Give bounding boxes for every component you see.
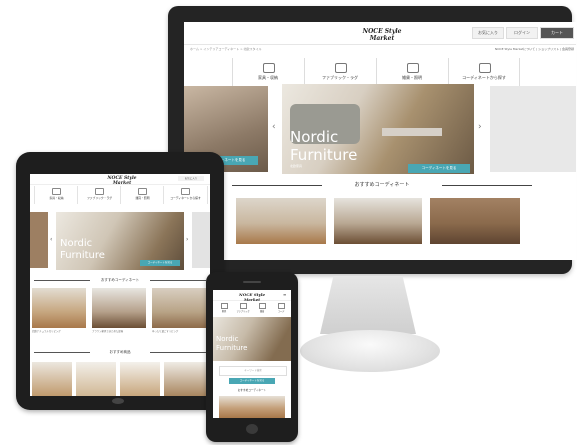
rug-icon bbox=[95, 188, 104, 195]
product-thumbnail[interactable] bbox=[32, 362, 72, 396]
monitor-stand-base bbox=[300, 330, 440, 372]
sofa-icon bbox=[263, 63, 275, 73]
nav-item-label: 雑貨・照明 bbox=[402, 75, 422, 80]
tablet-home-button[interactable] bbox=[112, 398, 124, 404]
hero-slide-main[interactable]: Nordic Furniture bbox=[213, 317, 291, 361]
coordinate-thumbnail[interactable] bbox=[152, 288, 208, 328]
hero-title-line1: Nordic bbox=[60, 238, 93, 249]
nav-item-fabric[interactable]: ファブリック bbox=[234, 302, 252, 314]
nav-item-furniture[interactable]: 家具・収納 bbox=[34, 186, 78, 204]
section-title-recommended: おすすめコーディネート bbox=[232, 180, 532, 190]
hero-slide-main[interactable]: Nordic Furniture 北欧家具 コーディネートを見る bbox=[282, 84, 474, 174]
coordinate-thumbnail[interactable] bbox=[32, 288, 86, 328]
site-logo[interactable]: NOCE Style Market bbox=[231, 292, 273, 302]
nav-item-label: ファブリック bbox=[236, 310, 250, 313]
phone-speaker bbox=[243, 281, 261, 283]
nav-item-coordinate[interactable]: コーデ bbox=[272, 302, 290, 314]
site-logo[interactable]: NOCE Style Market bbox=[100, 176, 144, 186]
breadcrumb[interactable]: ホーム > インテリアコーディネート > 北欧スタイル bbox=[190, 46, 360, 52]
hero-image-table bbox=[382, 128, 442, 136]
nav-item-label: 雑貨・照明 bbox=[135, 196, 150, 200]
hero-title-line2: Furniture bbox=[216, 344, 248, 352]
nav-item-furniture[interactable]: 家具 bbox=[215, 302, 233, 314]
carousel-prev-arrow[interactable]: ‹ bbox=[272, 122, 276, 132]
desktop-screen: NOCE Style Market お気に入り ログイン カート ホーム > イ… bbox=[184, 22, 576, 260]
hero-slide-main[interactable]: Nordic Furniture コーディネートを見る bbox=[56, 212, 184, 270]
nav-item-fabric[interactable]: ファブリック・ラグ bbox=[77, 186, 121, 204]
section-title-recommended: おすすめコーディネート bbox=[237, 389, 267, 392]
nav-item-label: ファブリック・ラグ bbox=[322, 75, 358, 80]
search-input[interactable]: キーワード検索 bbox=[219, 366, 287, 376]
nav-item-label: 家具・収納 bbox=[49, 196, 64, 200]
coordinate-thumbnail[interactable] bbox=[236, 198, 326, 244]
thumbnail-caption: ゆったり過ごすリビング bbox=[152, 330, 179, 333]
section-title-products: おすすめ商品 bbox=[34, 348, 206, 356]
hamburger-menu-icon[interactable]: ≡ bbox=[283, 292, 289, 297]
favorites-button[interactable]: お気に入り bbox=[472, 27, 504, 39]
hero-title-line1: Nordic bbox=[216, 335, 239, 343]
phone-screen: NOCE Style Market ≡ 家具 ファブリック 雑貨 コーデ Nor… bbox=[213, 290, 291, 418]
hero-subtitle: 北欧家具 bbox=[290, 164, 303, 168]
rug-icon bbox=[335, 63, 347, 73]
hero-title-line1: Nordic bbox=[290, 128, 339, 146]
site-logo[interactable]: NOCE Style Market bbox=[352, 28, 412, 42]
phone-home-button[interactable] bbox=[246, 424, 258, 434]
sofa-icon bbox=[52, 188, 61, 195]
nav-item-label: コーディネートから探す bbox=[462, 75, 506, 80]
coordinate-thumbnail[interactable] bbox=[334, 198, 422, 244]
product-thumbnail[interactable] bbox=[164, 362, 208, 396]
nav-item-label: コーデ bbox=[277, 310, 285, 313]
section-title-text: おすすめコーディネート bbox=[100, 278, 140, 282]
view-coordinate-button[interactable]: コーディネートを見る bbox=[408, 164, 470, 173]
category-nav: 家具・収納 ファブリック・ラグ 雑貨・照明 コーディネートから探す bbox=[34, 186, 208, 204]
nav-item-label: 家具 bbox=[221, 310, 227, 313]
carousel-next-arrow[interactable]: › bbox=[186, 236, 188, 243]
hero-slide-previous[interactable] bbox=[30, 212, 48, 268]
nav-item-goods[interactable]: 雑貨・照明 bbox=[120, 186, 164, 204]
monitor-stand-neck bbox=[320, 276, 416, 334]
coordinate-thumbnail[interactable] bbox=[219, 396, 285, 418]
coordinate-icon bbox=[479, 63, 491, 73]
section-title-text: おすすめコーディネート bbox=[354, 182, 410, 188]
hero-slide-next[interactable] bbox=[192, 212, 210, 268]
carousel-prev-arrow[interactable]: ‹ bbox=[50, 236, 52, 243]
coordinate-thumbnail[interactable] bbox=[92, 288, 146, 328]
hero-title-line2: Furniture bbox=[290, 146, 358, 164]
view-coordinate-button[interactable]: コーディネートを見る bbox=[140, 260, 180, 266]
login-button[interactable]: ログイン bbox=[506, 27, 538, 39]
coordinate-thumbnail[interactable] bbox=[430, 198, 520, 244]
nav-item-coordinate[interactable]: コーディネートから探す bbox=[163, 186, 208, 204]
section-title-text: おすすめ商品 bbox=[109, 350, 131, 354]
coordinate-icon bbox=[181, 188, 190, 195]
lamp-icon bbox=[407, 63, 419, 73]
product-thumbnail[interactable] bbox=[76, 362, 116, 396]
category-nav: 家具 ファブリック 雑貨 コーデ bbox=[215, 302, 289, 314]
thumbnail-caption: 北欧ナチュラルなリビング bbox=[32, 330, 61, 333]
lamp-icon bbox=[138, 188, 147, 195]
nav-item-goods[interactable]: 雑貨 bbox=[253, 302, 271, 314]
tablet-screen: NOCE Style Market お気に入り 家具・収納 ファブリック・ラグ … bbox=[30, 174, 210, 396]
view-coordinate-button[interactable]: コーディネートを見る bbox=[229, 378, 275, 384]
product-thumbnail[interactable] bbox=[120, 362, 160, 396]
carousel-next-arrow[interactable]: › bbox=[478, 122, 482, 132]
favorites-button[interactable]: お気に入り bbox=[178, 176, 204, 181]
hero-title-line2: Furniture bbox=[60, 250, 105, 261]
nav-item-label: ファブリック・ラグ bbox=[86, 196, 113, 200]
nav-item-label: コーディネートから探す bbox=[170, 196, 201, 200]
cart-button[interactable]: カート bbox=[540, 27, 574, 39]
header-links[interactable]: NOCE Style Marketについて | ショップリスト | 会員登録 bbox=[474, 46, 574, 52]
section-title-recommended: おすすめコーディネート bbox=[34, 276, 206, 284]
nav-item-label: 家具・収納 bbox=[258, 75, 278, 80]
thumbnail-caption: ブラウン家具でまとめた部屋 bbox=[92, 330, 124, 333]
nav-item-label: 雑貨 bbox=[259, 310, 265, 313]
hero-slide-next[interactable] bbox=[490, 86, 576, 172]
